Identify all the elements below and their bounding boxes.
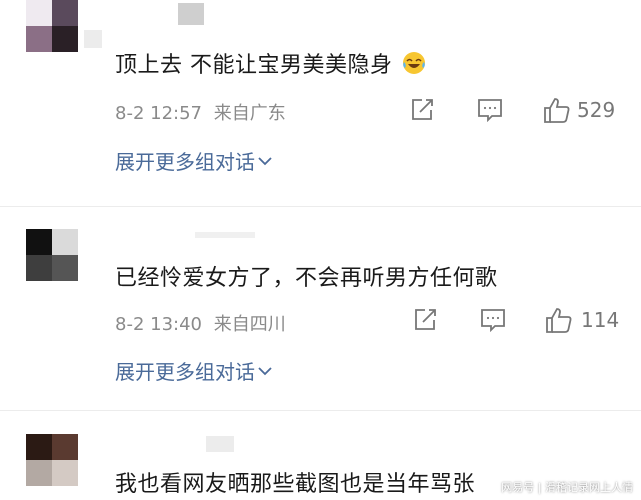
location: 来自广东 bbox=[213, 103, 286, 124]
avatar[interactable] bbox=[26, 434, 78, 486]
like-icon bbox=[544, 98, 570, 123]
comment-icon bbox=[478, 99, 502, 122]
like-icon bbox=[546, 308, 572, 333]
like-button[interactable]: 114 bbox=[545, 306, 619, 334]
like-button[interactable]: 529 bbox=[543, 96, 615, 124]
username[interactable] bbox=[195, 232, 255, 238]
avatar[interactable] bbox=[26, 0, 78, 52]
comment-meta: 8-2 13:40 来自四川 bbox=[115, 310, 286, 336]
comment-text: 已经怜爱女方了，不会再听男方任何歌 bbox=[115, 260, 498, 292]
username[interactable] bbox=[206, 436, 234, 452]
chevron-down-icon bbox=[258, 366, 272, 375]
comment-text-content: 顶上去 不能让宝男美美隐身 bbox=[115, 53, 393, 78]
share-button[interactable] bbox=[409, 97, 435, 123]
avatar[interactable] bbox=[26, 229, 78, 281]
expand-conversation-link[interactable]: 展开更多组对话 bbox=[115, 146, 272, 175]
expand-label: 展开更多组对话 bbox=[115, 360, 255, 384]
comment-item: 顶上去 不能让宝男美美隐身 8-2 12:57 来自广东 529 展开更多组对话 bbox=[0, 0, 641, 200]
laughing-tears-emoji bbox=[402, 51, 426, 81]
comment-item: 已经怜爱女方了，不会再听男方任何歌 8-2 13:40 来自四川 114 展开更… bbox=[0, 210, 641, 410]
comment-text-content: 我也看网友晒那些截图也是当年骂张 bbox=[115, 472, 476, 497]
divider bbox=[0, 206, 641, 207]
comment-text: 顶上去 不能让宝男美美隐身 bbox=[115, 47, 426, 81]
like-count: 529 bbox=[577, 98, 616, 122]
chevron-down-icon bbox=[258, 156, 272, 165]
share-button[interactable] bbox=[412, 307, 438, 333]
like-count: 114 bbox=[581, 308, 620, 332]
share-icon bbox=[412, 99, 433, 120]
divider bbox=[0, 410, 641, 411]
expand-conversation-link[interactable]: 展开更多组对话 bbox=[115, 356, 272, 385]
reply-button[interactable] bbox=[477, 98, 503, 122]
username[interactable] bbox=[178, 3, 204, 25]
comment-meta: 8-2 12:57 来自广东 bbox=[115, 99, 286, 125]
timestamp: 8-2 13:40 bbox=[115, 314, 202, 335]
comment-text: 我也看网友晒那些截图也是当年骂张 bbox=[115, 466, 475, 498]
comment-icon bbox=[481, 309, 505, 332]
username[interactable] bbox=[84, 30, 102, 48]
comment-text-content: 已经怜爱女方了，不会再听男方任何歌 bbox=[115, 266, 498, 291]
timestamp: 8-2 12:57 bbox=[115, 103, 202, 124]
reply-button[interactable] bbox=[480, 308, 506, 332]
share-icon bbox=[415, 309, 436, 330]
location: 来自四川 bbox=[213, 314, 286, 335]
expand-label: 展开更多组对话 bbox=[115, 150, 255, 174]
watermark: 网易号 | 滑稽记录网上人情 bbox=[501, 481, 633, 494]
